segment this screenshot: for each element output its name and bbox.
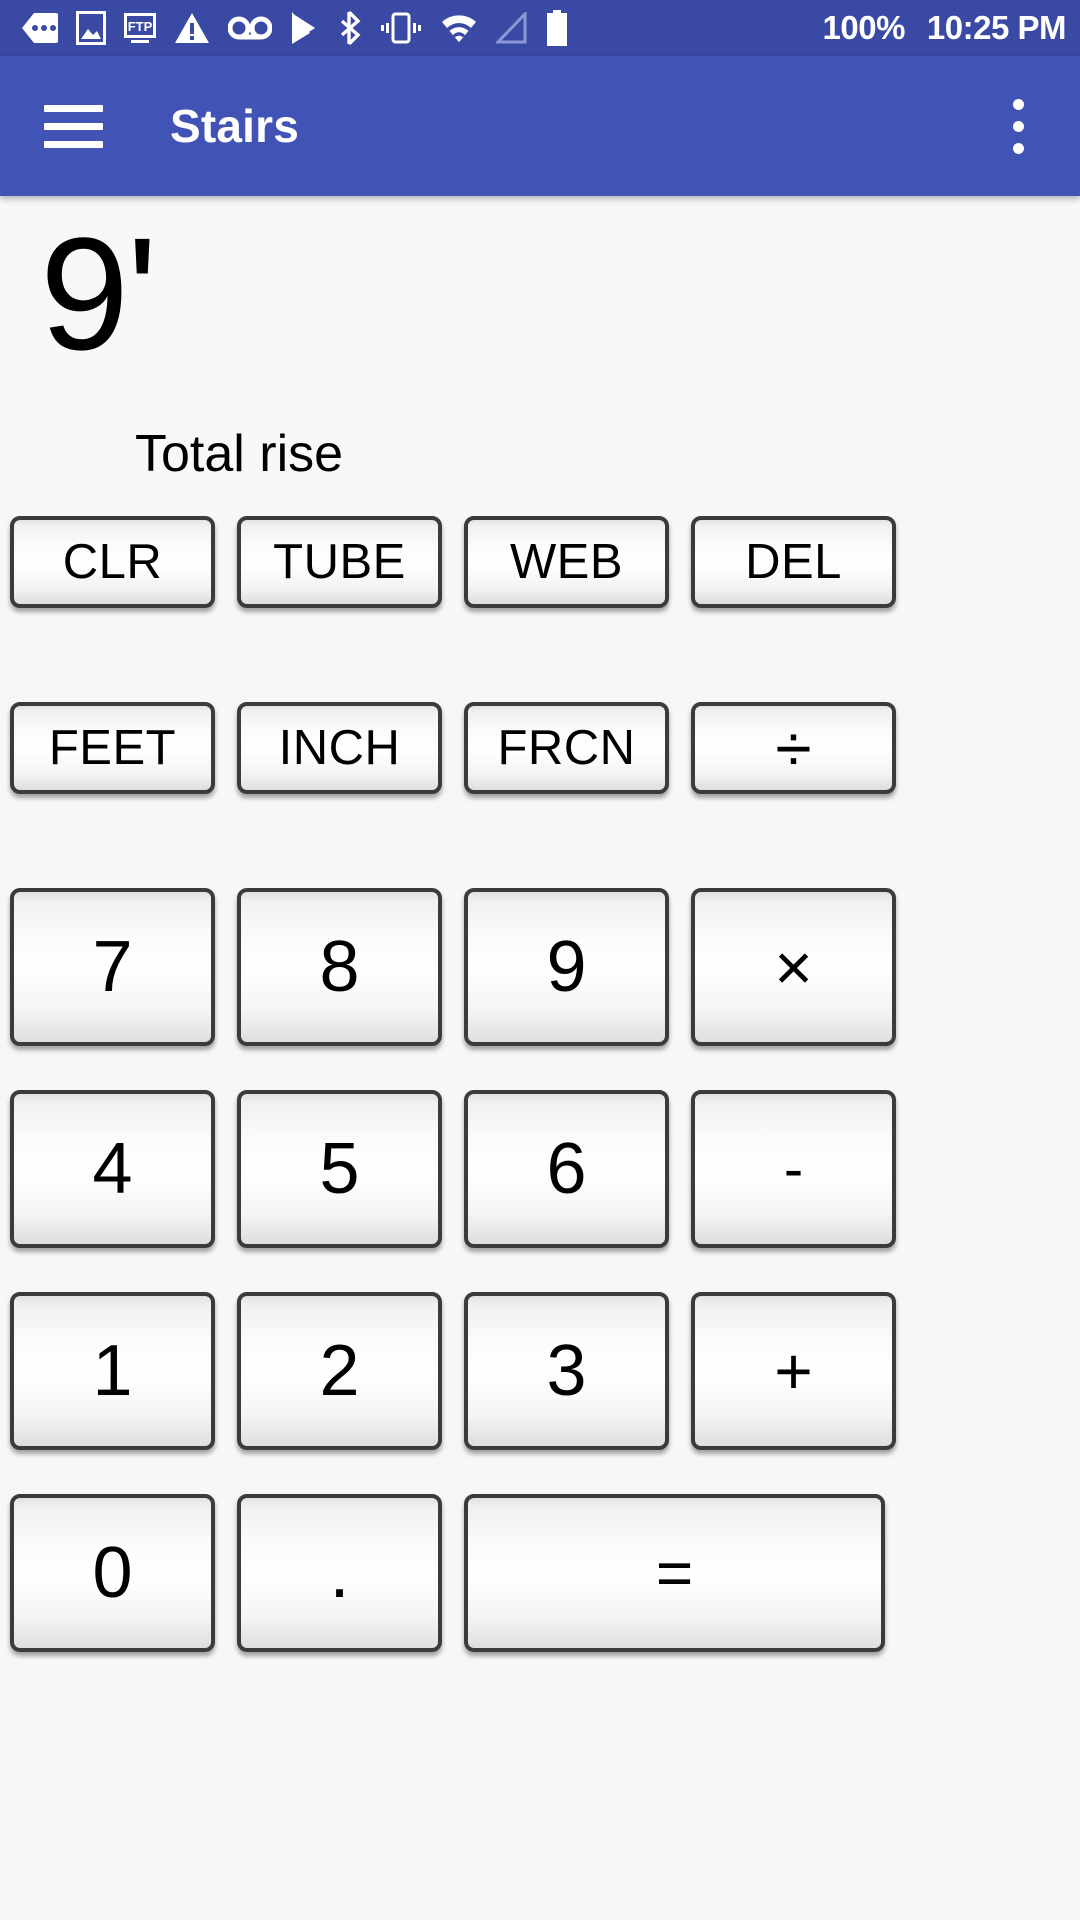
key-8[interactable]: 8 — [237, 888, 442, 1046]
key-label: + — [774, 1334, 813, 1408]
voicemail-icon — [228, 16, 272, 40]
key-label: 9 — [546, 927, 587, 1007]
battery-full-icon — [547, 10, 567, 46]
display-label: Total rise — [135, 425, 344, 483]
battery-percent-label: 100% — [822, 9, 906, 46]
keypad-row: FEET INCH FRCN ÷ — [10, 702, 1070, 850]
calculator-keypad: CLR TUBE WEB DEL FEET INCH FRCN ÷ 7 8 9 × 4 5 6 - 1 2 3 +0.… — [0, 516, 1080, 1674]
message-bubble-icon — [22, 13, 58, 43]
key-feet[interactable]: FEET — [10, 702, 215, 794]
key-3[interactable]: 3 — [464, 1292, 669, 1450]
play-store-icon — [291, 11, 319, 45]
keypad-row: CLR TUBE WEB DEL — [10, 516, 1070, 664]
key-label: 7 — [92, 927, 133, 1007]
key-label: 5 — [319, 1129, 360, 1209]
key-label: WEB — [509, 535, 624, 589]
app-bar: Stairs — [0, 56, 1080, 196]
calculator-display: 9' Total rise — [0, 196, 1080, 516]
bluetooth-icon — [340, 11, 361, 45]
key-9[interactable]: 9 — [464, 888, 669, 1046]
key-label: 0 — [92, 1533, 133, 1613]
display-value: 9' — [40, 204, 158, 383]
key-label: 4 — [92, 1129, 133, 1209]
key-decimal[interactable]: . — [237, 1494, 442, 1652]
warning-triangle-icon — [175, 13, 209, 43]
key-label: 8 — [319, 927, 360, 1007]
vibrate-icon — [381, 12, 421, 44]
key-4[interactable]: 4 — [10, 1090, 215, 1248]
key-minus[interactable]: - — [691, 1090, 896, 1248]
key-clr[interactable]: CLR — [10, 516, 215, 608]
key-inch[interactable]: INCH — [237, 702, 442, 794]
keypad-row: 7 8 9 × — [10, 888, 1070, 1068]
wifi-icon — [442, 15, 476, 42]
key-del[interactable]: DEL — [691, 516, 896, 608]
key-label: . — [329, 1532, 350, 1613]
key-label: TUBE — [273, 535, 406, 589]
key-label: FRCN — [497, 721, 636, 775]
key-label: 6 — [546, 1129, 587, 1209]
app-title: Stairs — [170, 100, 300, 152]
key-2[interactable]: 2 — [237, 1292, 442, 1450]
key-0[interactable]: 0 — [10, 1494, 215, 1652]
key-label: = — [655, 1537, 694, 1609]
key-7[interactable]: 7 — [10, 888, 215, 1046]
key-label: 3 — [546, 1331, 587, 1411]
hamburger-bar — [44, 140, 103, 148]
status-bar-right: 100% 10:25 PM — [822, 9, 1067, 47]
ftp-icon: FTP — [124, 13, 156, 43]
key-5[interactable]: 5 — [237, 1090, 442, 1248]
status-bar-clock: 10:25 PM — [926, 9, 1067, 46]
key-tube[interactable]: TUBE — [237, 516, 442, 608]
key-1[interactable]: 1 — [10, 1292, 215, 1450]
key-label: - — [783, 1136, 804, 1202]
overflow-menu-icon[interactable] — [986, 86, 1050, 166]
keypad-row: 1 2 3 + — [10, 1292, 1070, 1472]
photo-icon — [76, 11, 106, 45]
key-plus[interactable]: + — [691, 1292, 896, 1450]
key-frcn[interactable]: FRCN — [464, 702, 669, 794]
key-web[interactable]: WEB — [464, 516, 669, 608]
key-label: CLR — [62, 535, 163, 589]
key-label: ÷ — [775, 711, 812, 785]
key-label: 1 — [92, 1331, 133, 1411]
overflow-dot — [1012, 98, 1024, 110]
key-6[interactable]: 6 — [464, 1090, 669, 1248]
keypad-row: 0. = — [10, 1494, 1070, 1674]
hamburger-menu-icon[interactable] — [44, 94, 108, 158]
key-divide[interactable]: ÷ — [691, 702, 896, 794]
keypad-row: 4 5 6 - — [10, 1090, 1070, 1270]
hamburger-bar — [44, 104, 103, 112]
svg-text:FTP: FTP — [128, 19, 153, 34]
key-label: DEL — [745, 535, 842, 589]
key-equals[interactable]: = — [464, 1494, 885, 1652]
status-bar-icons: FTP — [22, 10, 823, 46]
key-label: INCH — [278, 721, 401, 775]
overflow-dot — [1012, 120, 1024, 132]
overflow-dot — [1012, 142, 1024, 154]
key-label: FEET — [48, 721, 177, 775]
status-bar: FTP 100% 10:25 PM — [0, 0, 1080, 56]
key-label: × — [774, 930, 813, 1004]
cell-signal-icon — [496, 12, 527, 44]
key-label: 2 — [319, 1331, 360, 1411]
key-multiply[interactable]: × — [691, 888, 896, 1046]
hamburger-bar — [44, 122, 103, 130]
